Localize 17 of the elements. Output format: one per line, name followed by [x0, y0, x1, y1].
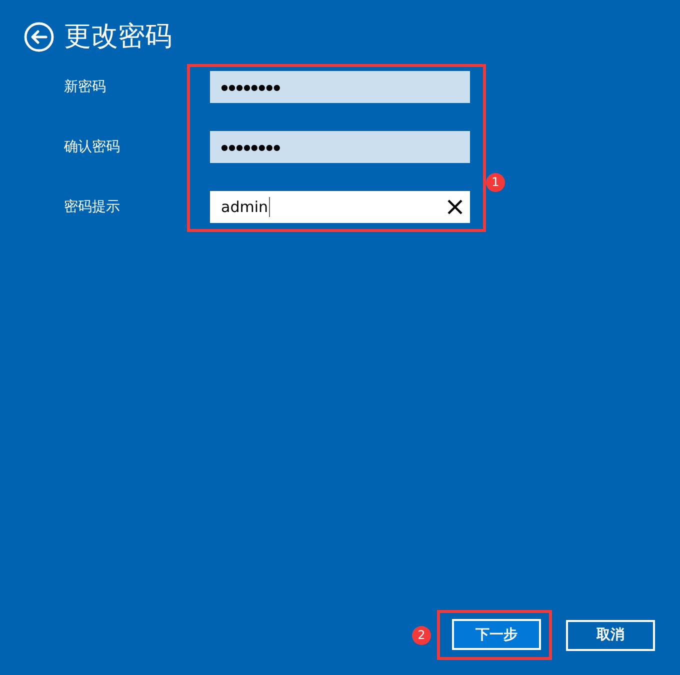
input-field[interactable]: ●●●●●●●● — [210, 131, 470, 163]
field-label: 新密码 — [64, 78, 106, 97]
text-cursor-icon — [269, 197, 270, 217]
cancel-button[interactable]: 取消 — [566, 620, 655, 650]
clear-icon[interactable] — [447, 199, 463, 215]
field-value: ●●●●●●●● — [221, 82, 281, 92]
back-icon[interactable] — [24, 22, 54, 52]
page-title: 更改密码 — [64, 20, 172, 54]
input-field[interactable]: admin — [210, 191, 470, 223]
next-button[interactable]: 下一步 — [452, 619, 541, 650]
callout-number: 2 — [412, 626, 431, 644]
input-field[interactable]: ●●●●●●●● — [210, 71, 470, 103]
callout-number: 1 — [486, 173, 505, 192]
field-value: ●●●●●●●● — [221, 142, 281, 152]
field-label: 密码提示 — [64, 198, 120, 217]
field-value: admin — [221, 198, 268, 216]
field-label: 确认密码 — [64, 138, 120, 157]
